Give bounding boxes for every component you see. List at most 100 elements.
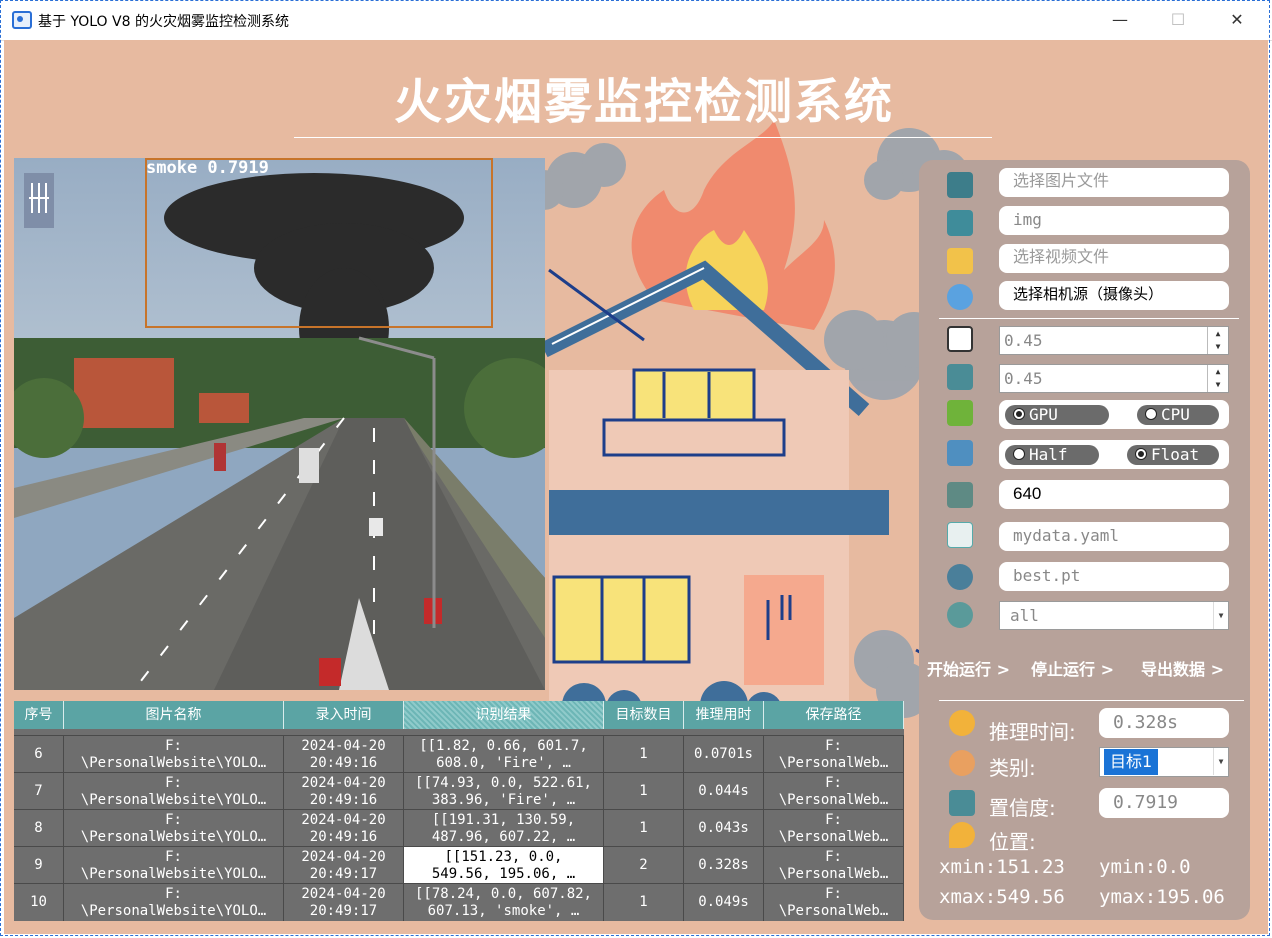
camera-icon[interactable] bbox=[947, 284, 973, 310]
spin-arrows-icon[interactable]: ▲ ▼ bbox=[1207, 327, 1228, 354]
panel-divider bbox=[939, 318, 1239, 319]
maximize-button[interactable]: ☐ bbox=[1163, 8, 1193, 32]
cell-result: [[191.31, 130.59, 487.96, 607.22, … bbox=[404, 810, 604, 847]
cube-icon bbox=[947, 440, 973, 466]
iou-spinbox[interactable]: 0.45 ▲ ▼ bbox=[999, 364, 1229, 393]
cell-elapsed: 0.049s bbox=[684, 884, 764, 921]
ymax-value: ymax:195.06 bbox=[1099, 886, 1225, 908]
table-row[interactable]: 7 F: \PersonalWebsite\YOLO… 2024-04-20 2… bbox=[14, 772, 904, 810]
chevron-down-icon[interactable]: ▼ bbox=[1213, 602, 1228, 629]
iou-value: 0.45 bbox=[1004, 369, 1043, 388]
cell-path: F: \PersonalWeb… bbox=[764, 810, 904, 847]
category-select-value: 目标1 bbox=[1104, 749, 1159, 775]
inference-time-value: 0.328s bbox=[1099, 708, 1229, 738]
col-header-count[interactable]: 目标数目 bbox=[604, 701, 684, 729]
col-header-path[interactable]: 保存路径 bbox=[764, 701, 904, 729]
col-header-result[interactable]: 识别结果 bbox=[404, 701, 604, 729]
confidence-spinbox[interactable]: 0.45 ▲ ▼ bbox=[999, 326, 1229, 355]
image-folder-field[interactable]: img bbox=[999, 206, 1229, 235]
precision-group: Half Float bbox=[999, 440, 1229, 469]
start-button[interactable]: 开始运行 > bbox=[927, 656, 1010, 680]
col-header-index[interactable]: 序号 bbox=[14, 701, 64, 729]
col-header-time[interactable]: 录入时间 bbox=[284, 701, 404, 729]
export-button[interactable]: 导出数据 > bbox=[1141, 656, 1224, 680]
cell-path: F: \PersonalWeb… bbox=[764, 847, 904, 884]
spin-arrows-icon[interactable]: ▲ ▼ bbox=[1207, 365, 1228, 392]
page-title: 火灾烟雾监控检测系统 bbox=[393, 74, 894, 130]
cell-path: F: \PersonalWeb… bbox=[764, 736, 904, 773]
weights-icon[interactable] bbox=[947, 564, 973, 590]
confidence-icon bbox=[949, 790, 975, 816]
half-label: Half bbox=[1029, 445, 1068, 464]
cell-count: 1 bbox=[604, 884, 684, 921]
minimize-button[interactable]: — bbox=[1105, 8, 1135, 32]
chevron-down-icon[interactable]: ▼ bbox=[1213, 748, 1228, 775]
select-video-field[interactable]: 选择视频文件 bbox=[999, 244, 1229, 273]
confidence-result-value: 0.7919 bbox=[1099, 788, 1229, 818]
select-image-field[interactable]: 选择图片文件 bbox=[999, 168, 1229, 197]
confidence-value: 0.45 bbox=[1004, 331, 1043, 350]
close-button[interactable]: ✕ bbox=[1222, 8, 1252, 32]
cell-index: 10 bbox=[14, 884, 64, 921]
timer-icon bbox=[949, 710, 975, 736]
xmax-value: xmax:549.56 bbox=[939, 886, 1065, 908]
cell-index: 8 bbox=[14, 810, 64, 847]
cell-name: F: \PersonalWebsite\YOLO… bbox=[64, 847, 284, 884]
target-icon bbox=[947, 602, 973, 628]
data-yaml-field[interactable]: mydata.yaml bbox=[999, 522, 1229, 551]
device-group: GPU CPU bbox=[999, 400, 1229, 429]
gpu-radio[interactable]: GPU bbox=[1005, 405, 1109, 425]
cell-result: [[74.93, 0.0, 522.61, 383.96, 'Fire', … bbox=[404, 773, 604, 810]
gpu-label: GPU bbox=[1029, 405, 1058, 424]
nvidia-icon bbox=[947, 400, 973, 426]
detection-label: smoke 0.7919 bbox=[146, 158, 269, 178]
cell-count: 1 bbox=[604, 810, 684, 847]
col-header-elapsed[interactable]: 推理用时 bbox=[684, 701, 764, 729]
cell-name: F: \PersonalWebsite\YOLO… bbox=[64, 810, 284, 847]
cell-time: 2024-04-20 20:49:16 bbox=[284, 810, 404, 847]
category-select[interactable]: 目标1 ▼ bbox=[1099, 747, 1229, 777]
folder-icon[interactable] bbox=[947, 210, 973, 236]
class-select[interactable]: all ▼ bbox=[999, 601, 1229, 630]
table-row[interactable]: 6 F: \PersonalWebsite\YOLO… 2024-04-20 2… bbox=[14, 735, 904, 773]
table-row[interactable]: 8 F: \PersonalWebsite\YOLO… 2024-04-20 2… bbox=[14, 809, 904, 847]
results-table[interactable]: 序号 图片名称 录入时间 识别结果 目标数目 推理用时 保存路径 6 F: \P… bbox=[14, 701, 904, 921]
table-row[interactable]: 10 F: \PersonalWebsite\YOLO… 2024-04-20 … bbox=[14, 883, 904, 921]
cell-time: 2024-04-20 20:49:17 bbox=[284, 847, 404, 884]
weights-field[interactable]: best.pt bbox=[999, 562, 1229, 591]
table-row-selected[interactable]: 9 F: \PersonalWebsite\YOLO… 2024-04-20 2… bbox=[14, 846, 904, 884]
radio-dot-icon bbox=[1013, 448, 1025, 460]
cell-elapsed: 0.328s bbox=[684, 847, 764, 884]
yaml-file-icon[interactable] bbox=[947, 522, 973, 548]
detection-image: smoke 0.7919 bbox=[14, 158, 545, 690]
cell-index: 9 bbox=[14, 847, 64, 884]
confidence-threshold-icon bbox=[947, 326, 973, 352]
half-radio[interactable]: Half bbox=[1005, 445, 1099, 465]
select-camera-field[interactable]: 选择相机源（摄像头） bbox=[999, 281, 1229, 310]
cell-result: [[78.24, 0.0, 607.82, 607.13, 'smoke', … bbox=[404, 884, 604, 921]
panel-divider bbox=[939, 700, 1244, 701]
stop-button[interactable]: 停止运行 > bbox=[1031, 656, 1114, 680]
cell-time: 2024-04-20 20:49:17 bbox=[284, 884, 404, 921]
image-file-icon[interactable] bbox=[947, 172, 973, 198]
main-window: 火灾烟雾监控检测系统 smoke 0.7919 序号 图片名称 录入时间 识别结… bbox=[4, 40, 1268, 934]
position-label: 位置: bbox=[989, 830, 1036, 854]
float-radio[interactable]: Float bbox=[1127, 445, 1219, 465]
location-pin-icon bbox=[949, 822, 975, 848]
cell-count: 2 bbox=[604, 847, 684, 884]
image-size-icon bbox=[947, 482, 973, 508]
col-header-name[interactable]: 图片名称 bbox=[64, 701, 284, 729]
cell-result-selected[interactable]: [[151.23, 0.0, 549.56, 195.06, … bbox=[404, 847, 604, 884]
window-title: 基于 YOLO V8 的火灾烟雾监控检测系统 bbox=[38, 14, 289, 30]
cell-path: F: \PersonalWeb… bbox=[764, 884, 904, 921]
ymin-value: ymin:0.0 bbox=[1099, 856, 1191, 878]
cell-elapsed: 0.043s bbox=[684, 810, 764, 847]
bounding-box bbox=[145, 158, 493, 328]
radio-dot-icon bbox=[1135, 448, 1147, 460]
cpu-radio[interactable]: CPU bbox=[1137, 405, 1219, 425]
cell-name: F: \PersonalWebsite\YOLO… bbox=[64, 884, 284, 921]
video-file-icon[interactable] bbox=[947, 248, 973, 274]
image-size-field[interactable]: 640 bbox=[999, 480, 1229, 509]
cell-count: 1 bbox=[604, 736, 684, 773]
table-header: 序号 图片名称 录入时间 识别结果 目标数目 推理用时 保存路径 bbox=[14, 701, 904, 729]
